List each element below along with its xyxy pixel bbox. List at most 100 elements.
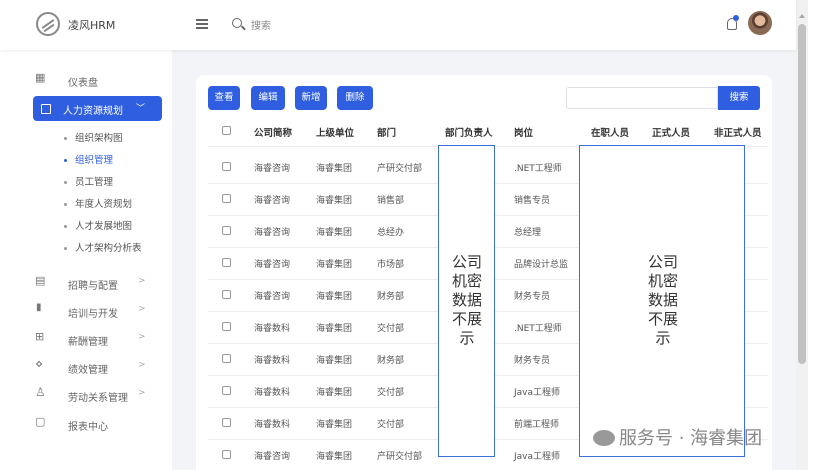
cell-department: 产研交付部 [377, 452, 423, 462]
dashboard-icon [35, 71, 46, 85]
cell-company: 海睿咨询 [254, 292, 291, 302]
sidebar-sub-talent-map[interactable]: 人才发展地图 [64, 218, 132, 232]
confidential-line: 不展 [451, 310, 482, 328]
cell-position: 财务专员 [514, 356, 551, 366]
cell-parent-unit: 海睿集团 [316, 292, 353, 302]
confidential-text-right: 公司 机密 数据 不展示 [639, 253, 687, 348]
cell-company: 海睿咨询 [254, 228, 291, 238]
cell-company: 海睿咨询 [254, 196, 291, 206]
row-checkbox[interactable] [222, 226, 231, 235]
sidebar-item-dashboard[interactable]: 仪表盘 [28, 69, 168, 91]
user-icon [35, 385, 46, 400]
right-gutter [808, 0, 831, 470]
chart-icon [36, 302, 46, 316]
row-checkbox[interactable] [222, 354, 231, 363]
cell-parent-unit: 海睿集团 [316, 228, 353, 238]
notification-dot [733, 15, 739, 21]
cell-parent-unit: 海睿集团 [316, 388, 353, 398]
cell-company: 海睿咨询 [254, 164, 291, 174]
view-button[interactable]: 查看 [208, 86, 240, 110]
sidebar-sub-org-chart[interactable]: 组织架构图 [64, 130, 123, 144]
chevron-right-icon: > [138, 304, 146, 314]
sidebar-item-training[interactable]: 培训与开发 > [28, 300, 168, 322]
sidebar-item-recruitment[interactable]: 招聘与配置 > [28, 272, 168, 294]
confidential-line: 示 [459, 329, 475, 347]
hamburger-menu-icon[interactable] [196, 19, 208, 29]
search-icon[interactable] [232, 18, 242, 28]
sidebar-sub-org-management[interactable]: 组织管理 [64, 152, 113, 166]
scrollbar-thumb[interactable] [798, 24, 806, 364]
delete-button[interactable]: 删除 [337, 86, 373, 110]
cell-parent-unit: 海睿集团 [316, 196, 353, 206]
edit-button[interactable]: 编辑 [251, 86, 285, 110]
row-checkbox[interactable] [222, 322, 231, 331]
row-checkbox[interactable] [222, 418, 231, 427]
cell-parent-unit: 海睿集团 [316, 420, 353, 430]
app-root: 凌风HRM 搜索 仪表盘 人力资源规划 ﹀ 组织架构图 组织管理 员工管理 年度… [0, 0, 831, 470]
cell-position: Java工程师 [514, 388, 561, 398]
cell-parent-unit: 海睿集团 [316, 452, 353, 462]
sidebar-sub-talent-analysis[interactable]: 人才架构分析表 [64, 240, 142, 254]
cell-position: 总经理 [514, 228, 542, 238]
confidential-line: 示 [655, 329, 671, 347]
doc-icon [35, 415, 46, 429]
main-card: 查看 编辑 新增 删除 搜索 公司简称 上级单位 部门 部门负责人 岗位 在职人… [196, 75, 772, 470]
column-header-parent-unit: 上级单位 [316, 128, 355, 139]
cell-position: 销售专员 [514, 196, 551, 206]
logo-icon [36, 12, 60, 36]
sidebar-sub-annual-plan[interactable]: 年度人资规划 [64, 196, 132, 210]
avatar[interactable] [748, 11, 772, 35]
column-header-position: 岗位 [514, 128, 534, 139]
cell-department: 总经办 [377, 228, 405, 238]
sidebar-item-labor-relations[interactable]: 劳动关系管理 > [28, 384, 168, 406]
row-checkbox[interactable] [222, 450, 231, 459]
confidential-line: 机密 [451, 272, 482, 290]
cell-parent-unit: 海睿集团 [316, 260, 353, 270]
chevron-right-icon: > [138, 388, 146, 398]
cell-parent-unit: 海睿集团 [316, 356, 353, 366]
top-header: 凌风HRM 搜索 [0, 0, 796, 50]
cell-company: 海睿数科 [254, 388, 291, 398]
sidebar-item-hr-planning[interactable]: 人力资源规划 ﹀ [33, 96, 162, 121]
search-button[interactable]: 搜索 [718, 86, 760, 110]
cell-company: 海睿数科 [254, 356, 291, 366]
chevron-down-icon: ﹀ [136, 104, 146, 114]
confidential-line: 机密 [647, 272, 678, 290]
chevron-right-icon: > [138, 276, 146, 286]
confidential-line: 公司 [451, 253, 482, 271]
cell-position: .NET工程师 [514, 324, 562, 334]
search-input[interactable] [566, 87, 718, 109]
sidebar-item-performance[interactable]: 绩效管理 > [28, 356, 168, 378]
chevron-right-icon: > [138, 360, 146, 370]
folder-icon [41, 104, 51, 114]
app-title: 凌风HRM [68, 19, 116, 32]
confidential-text-left: 公司 机密 数据 不展示 [443, 253, 491, 348]
sidebar-sub-employee-management[interactable]: 员工管理 [64, 174, 113, 188]
add-button[interactable]: 新增 [295, 86, 327, 110]
row-checkbox[interactable] [222, 162, 231, 171]
row-checkbox[interactable] [222, 258, 231, 267]
column-header-formal-staff: 正式人员 [652, 128, 691, 139]
confidential-line: 不展 [647, 310, 678, 328]
row-checkbox[interactable] [222, 194, 231, 203]
cell-department: 交付部 [377, 324, 405, 334]
cell-parent-unit: 海睿集团 [316, 164, 353, 174]
column-header-department: 部门 [377, 128, 397, 139]
confidential-line: 数据 [647, 291, 678, 309]
sidebar-item-reports[interactable]: 报表中心 [28, 413, 168, 435]
watermark: 服务号 · 海睿集团 [593, 424, 762, 450]
cell-company: 海睿数科 [254, 324, 291, 334]
row-checkbox[interactable] [222, 386, 231, 395]
top-search-label[interactable]: 搜索 [251, 17, 271, 32]
diamond-icon [35, 357, 46, 372]
row-checkbox[interactable] [222, 290, 231, 299]
cell-position: Java工程师 [514, 452, 561, 462]
cell-position: 品牌设计总监 [514, 260, 569, 270]
sidebar-item-compensation[interactable]: 薪酬管理 > [28, 328, 168, 350]
select-all-checkbox[interactable] [222, 126, 231, 135]
scroll-up-arrow-icon[interactable] [799, 14, 805, 18]
bars-icon [35, 274, 46, 288]
cell-position: .NET工程师 [514, 164, 562, 174]
cell-company: 海睿咨询 [254, 260, 291, 270]
cell-department: 产研交付部 [377, 164, 423, 174]
